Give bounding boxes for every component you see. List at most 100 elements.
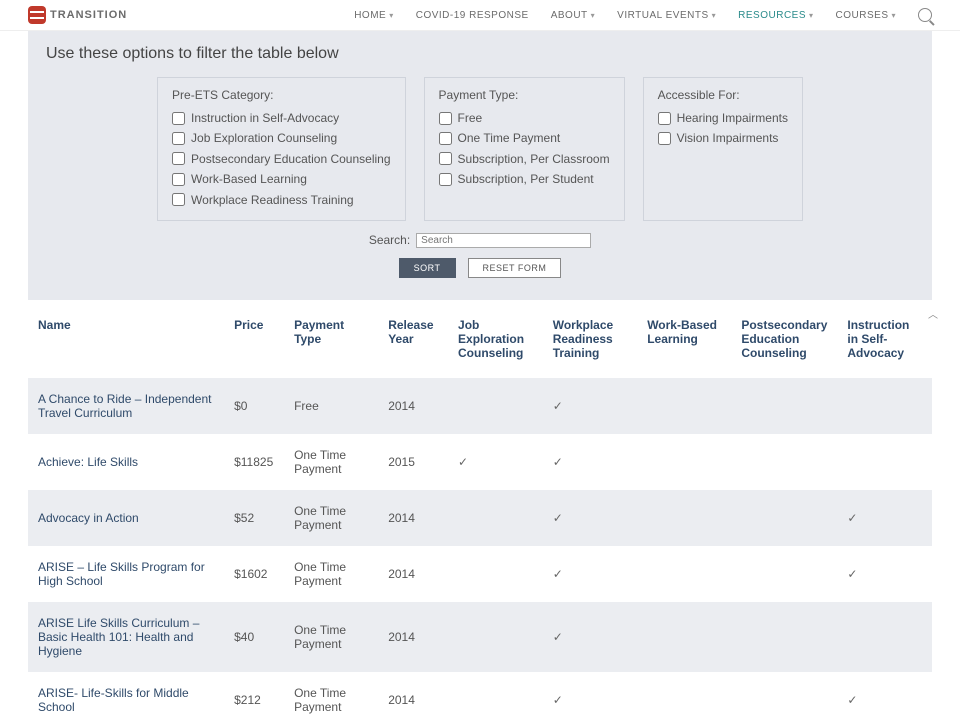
- cell-name: Achieve: Life Skills: [28, 434, 224, 490]
- cell-name: A Chance to Ride – Independent Travel Cu…: [28, 378, 224, 434]
- cell-jec: [448, 602, 543, 672]
- nav-virtual-events[interactable]: VIRTUAL EVENTS▾: [617, 10, 716, 21]
- checkbox[interactable]: [172, 112, 185, 125]
- cell-wrt: ✓: [543, 434, 637, 490]
- cell-wrt: ✓: [543, 602, 637, 672]
- th-wbl[interactable]: Work-Based Learning: [637, 300, 731, 378]
- checkbox[interactable]: [439, 112, 452, 125]
- nav-covid[interactable]: COVID-19 RESPONSE: [416, 10, 529, 21]
- filter-option[interactable]: One Time Payment: [439, 128, 610, 148]
- row-link[interactable]: Advocacy in Action: [38, 511, 139, 525]
- filter-panel: Use these options to filter the table be…: [28, 31, 932, 300]
- cell-wbl: [637, 378, 731, 434]
- top-nav: Transition HOME▾ COVID-19 RESPONSE ABOUT…: [0, 0, 960, 31]
- cell-jec: [448, 672, 543, 728]
- filter-groups: Pre-ETS Category: Instruction in Self-Ad…: [46, 77, 914, 221]
- filter-title: Use these options to filter the table be…: [46, 45, 914, 63]
- search-label: Search:: [369, 233, 410, 247]
- search-input[interactable]: [416, 233, 591, 248]
- filter-option[interactable]: Postsecondary Education Counseling: [172, 149, 390, 169]
- th-jec[interactable]: Job Exploration Counseling: [448, 300, 543, 378]
- cell-pec: [731, 378, 837, 434]
- chevron-down-icon: ▾: [712, 11, 717, 20]
- cell-isa: ✓: [837, 672, 932, 728]
- filter-option[interactable]: Workplace Readiness Training: [172, 190, 390, 210]
- filter-box-accessible: Accessible For: Hearing Impairments Visi…: [643, 77, 803, 221]
- chevron-down-icon: ▾: [891, 11, 896, 20]
- search-icon[interactable]: [918, 8, 932, 22]
- cell-wbl: [637, 434, 731, 490]
- button-row: SORT RESET FORM: [46, 258, 914, 278]
- row-link[interactable]: ARISE- Life-Skills for Middle School: [38, 686, 189, 714]
- row-link[interactable]: A Chance to Ride – Independent Travel Cu…: [38, 392, 211, 420]
- chevron-down-icon: ▾: [809, 11, 814, 20]
- cell-wbl: [637, 546, 731, 602]
- filter-option[interactable]: Hearing Impairments: [658, 108, 788, 128]
- filter-option[interactable]: Subscription, Per Student: [439, 169, 610, 189]
- checkbox[interactable]: [439, 173, 452, 186]
- th-price[interactable]: Price: [224, 300, 284, 378]
- cell-ptype: Free: [284, 378, 378, 434]
- cell-ptype: One Time Payment: [284, 546, 378, 602]
- cell-wbl: [637, 490, 731, 546]
- filter-option[interactable]: Vision Impairments: [658, 128, 788, 148]
- th-release-year[interactable]: Release Year: [378, 300, 448, 378]
- nav-resources[interactable]: RESOURCES▾: [738, 10, 813, 21]
- filter-option[interactable]: Free: [439, 108, 610, 128]
- filter-box-pre-ets: Pre-ETS Category: Instruction in Self-Ad…: [157, 77, 405, 221]
- brand-logo[interactable]: Transition: [28, 6, 127, 24]
- checkbox[interactable]: [439, 132, 452, 145]
- filter-box-payment: Payment Type: Free One Time Payment Subs…: [424, 77, 625, 221]
- table-row: Achieve: Life Skills$11825One Time Payme…: [28, 434, 932, 490]
- checkbox[interactable]: [439, 152, 452, 165]
- cell-ptype: One Time Payment: [284, 672, 378, 728]
- cell-price: $1602: [224, 546, 284, 602]
- reset-button[interactable]: RESET FORM: [468, 258, 562, 278]
- th-pec[interactable]: Postsecondary Education Counseling: [731, 300, 837, 378]
- cell-wrt: ✓: [543, 490, 637, 546]
- cell-year: 2015: [378, 434, 448, 490]
- cell-isa: [837, 378, 932, 434]
- checkbox[interactable]: [172, 132, 185, 145]
- cell-pec: [731, 672, 837, 728]
- checkbox[interactable]: [172, 173, 185, 186]
- cell-wrt: ✓: [543, 378, 637, 434]
- checkbox[interactable]: [658, 132, 671, 145]
- row-link[interactable]: Achieve: Life Skills: [38, 455, 138, 469]
- cell-pec: [731, 490, 837, 546]
- cell-name: ARISE – Life Skills Program for High Sch…: [28, 546, 224, 602]
- row-link[interactable]: ARISE – Life Skills Program for High Sch…: [38, 560, 205, 588]
- brand-text: Transition: [50, 9, 127, 21]
- filter-box-title: Accessible For:: [658, 88, 788, 102]
- cell-year: 2014: [378, 672, 448, 728]
- logo-icon: [28, 6, 46, 24]
- nav-home[interactable]: HOME▾: [354, 10, 394, 21]
- chevron-down-icon: ▾: [591, 11, 596, 20]
- cell-price: $0: [224, 378, 284, 434]
- table-header-row: Name Price Payment Type Release Year Job…: [28, 300, 932, 378]
- th-wrt[interactable]: Workplace Readiness Training: [543, 300, 637, 378]
- filter-option[interactable]: Instruction in Self-Advocacy: [172, 108, 390, 128]
- cell-price: $212: [224, 672, 284, 728]
- table-row: Advocacy in Action$52One Time Payment201…: [28, 490, 932, 546]
- sort-button[interactable]: SORT: [399, 258, 456, 278]
- filter-option[interactable]: Subscription, Per Classroom: [439, 149, 610, 169]
- cell-jec: [448, 378, 543, 434]
- checkbox[interactable]: [658, 112, 671, 125]
- checkbox[interactable]: [172, 152, 185, 165]
- filter-option[interactable]: Job Exploration Counseling: [172, 128, 390, 148]
- checkbox[interactable]: [172, 193, 185, 206]
- filter-option[interactable]: Work-Based Learning: [172, 169, 390, 189]
- nav-about[interactable]: ABOUT▾: [551, 10, 595, 21]
- scroll-up-icon[interactable]: ︿: [928, 306, 938, 321]
- filter-box-title: Pre-ETS Category:: [172, 88, 390, 102]
- th-isa[interactable]: Instruction in Self-Advocacy: [837, 300, 932, 378]
- cell-price: $52: [224, 490, 284, 546]
- nav-courses[interactable]: COURSES▾: [836, 10, 896, 21]
- th-payment-type[interactable]: Payment Type: [284, 300, 378, 378]
- row-link[interactable]: ARISE Life Skills Curriculum – Basic Hea…: [38, 616, 199, 658]
- cell-year: 2014: [378, 602, 448, 672]
- results-table-wrap: ︿ Name Price Payment Type Release Year J…: [28, 300, 932, 728]
- th-name[interactable]: Name: [28, 300, 224, 378]
- cell-year: 2014: [378, 490, 448, 546]
